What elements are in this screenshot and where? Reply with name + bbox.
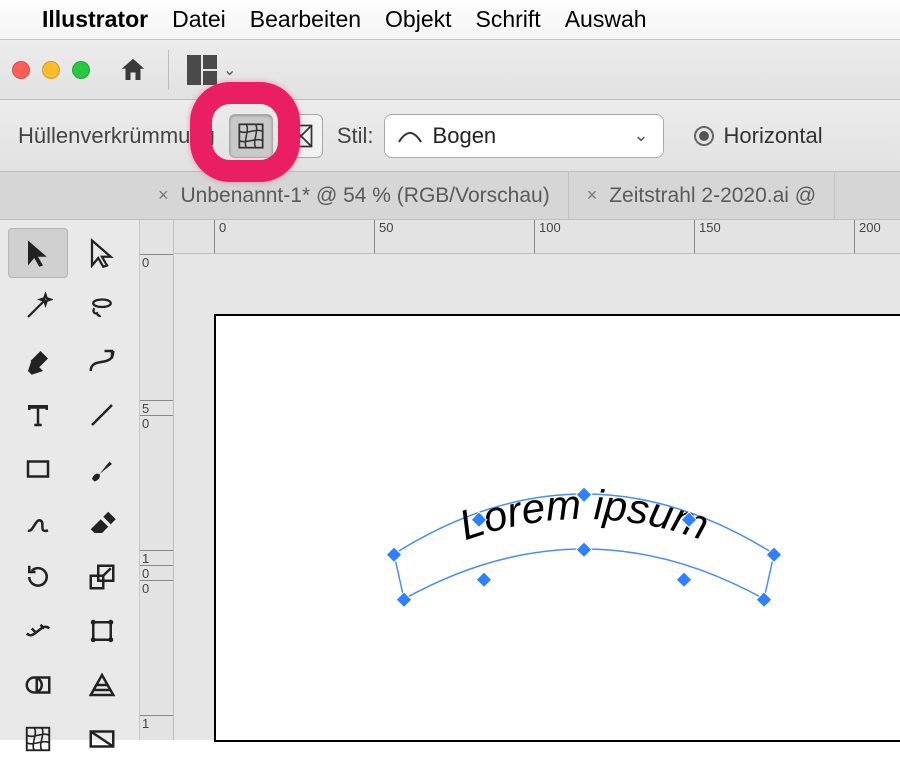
warp-style-value: Bogen: [433, 123, 497, 149]
shaper-icon: [23, 508, 53, 538]
annotation-highlight-circle: [190, 82, 300, 182]
shape-builder-icon: [23, 670, 53, 700]
mesh-tool-icon: [23, 724, 53, 754]
menu-file[interactable]: Datei: [172, 6, 226, 33]
type-icon: [23, 400, 53, 430]
type-tool[interactable]: [8, 390, 68, 440]
curvature-icon: [87, 346, 117, 376]
menu-select[interactable]: Auswah: [565, 6, 647, 33]
free-transform-icon: [87, 616, 117, 646]
minimize-window-button[interactable]: [42, 61, 60, 79]
workspace-switcher[interactable]: ⌄: [187, 55, 236, 85]
direct-selection-tool[interactable]: [72, 228, 132, 278]
magic-wand-tool[interactable]: [8, 282, 68, 332]
menu-edit[interactable]: Bearbeiten: [250, 6, 361, 33]
app-toolbar-top: ⌄: [0, 40, 900, 100]
mac-menubar: Illustrator Datei Bearbeiten Objekt Schr…: [0, 0, 900, 40]
perspective-tool[interactable]: [72, 660, 132, 710]
radio-icon: [694, 126, 714, 146]
tools-panel: [0, 220, 140, 740]
vruler-tick: 0: [140, 415, 173, 431]
horizontal-label: Horizontal: [724, 123, 823, 149]
shape-builder-tool[interactable]: [8, 660, 68, 710]
free-transform-tool[interactable]: [72, 606, 132, 656]
home-button[interactable]: [116, 53, 150, 87]
gradient-icon: [87, 724, 117, 754]
envelope-warp-toolbar: Hüllenverkrümmung Stil: Bogen ⌄ Horizont…: [0, 100, 900, 172]
rotate-icon: [23, 562, 53, 592]
document-tab-title: Unbenannt-1* @ 54 % (RGB/Vorschau): [181, 184, 550, 208]
horizontal-ruler[interactable]: 0 50 100 150 200: [174, 220, 900, 254]
rotate-tool[interactable]: [8, 552, 68, 602]
pen-icon: [23, 346, 53, 376]
vruler-tick: 5: [140, 400, 173, 416]
app-name[interactable]: Illustrator: [42, 6, 148, 33]
line-icon: [87, 400, 117, 430]
main-area: 0 5 0 1 0 0 1 0 50 100 150 200: [0, 220, 900, 740]
scale-icon: [87, 562, 117, 592]
chevron-down-icon: ⌄: [633, 125, 648, 146]
vruler-tick: 0: [140, 565, 173, 581]
hruler-tick: 0: [214, 220, 226, 253]
document-tabstrip: × Unbenannt-1* @ 54 % (RGB/Vorschau) × Z…: [0, 172, 900, 220]
warp-label: Hüllenverkrümmung: [18, 123, 215, 149]
curvature-tool[interactable]: [72, 336, 132, 386]
selection-icon: [23, 238, 53, 268]
pen-tool[interactable]: [8, 336, 68, 386]
perspective-icon: [87, 670, 117, 700]
horizontal-radio[interactable]: Horizontal: [694, 123, 823, 149]
magic-wand-icon: [23, 292, 53, 322]
vruler-tick: 1: [140, 550, 173, 566]
width-tool[interactable]: [8, 606, 68, 656]
style-field: Stil: Bogen ⌄: [337, 114, 664, 158]
close-window-button[interactable]: [12, 61, 30, 79]
document-tab[interactable]: × Unbenannt-1* @ 54 % (RGB/Vorschau): [140, 172, 569, 219]
warped-text-object[interactable]: Lorem ipsum: [374, 444, 794, 624]
close-icon[interactable]: ×: [587, 185, 598, 206]
chevron-down-icon: ⌄: [223, 60, 236, 80]
eraser-tool[interactable]: [72, 498, 132, 548]
document-tab-title: Zeitstrahl 2-2020.ai @: [609, 184, 816, 208]
canvas-area: 0 5 0 1 0 0 1 0 50 100 150 200: [140, 220, 900, 740]
vruler-tick: 0: [140, 580, 173, 596]
window-controls: [12, 61, 90, 79]
line-tool[interactable]: [72, 390, 132, 440]
eraser-icon: [87, 508, 117, 538]
canvas[interactable]: Lorem ipsum: [174, 254, 900, 740]
hruler-tick: 150: [694, 220, 721, 253]
lasso-tool[interactable]: [72, 282, 132, 332]
scale-tool[interactable]: [72, 552, 132, 602]
hruler-tick: 200: [854, 220, 881, 253]
brush-icon: [87, 454, 117, 484]
lasso-icon: [87, 292, 117, 322]
divider: [168, 50, 169, 90]
brush-tool[interactable]: [72, 444, 132, 494]
home-icon: [118, 55, 148, 85]
workspace-icon: [187, 55, 217, 85]
hruler-tick: 100: [534, 220, 561, 253]
vruler-tick: 0: [140, 254, 173, 270]
vruler-tick: 1: [140, 715, 173, 731]
document-tab[interactable]: × Zeitstrahl 2-2020.ai @: [569, 172, 835, 219]
rectangle-icon: [23, 454, 53, 484]
close-icon[interactable]: ×: [158, 185, 169, 206]
style-label: Stil:: [337, 123, 374, 149]
menu-object[interactable]: Objekt: [385, 6, 451, 33]
mesh-tool[interactable]: [8, 714, 68, 764]
arc-style-icon: [397, 126, 423, 146]
width-icon: [23, 616, 53, 646]
menu-type[interactable]: Schrift: [476, 6, 541, 33]
zoom-window-button[interactable]: [72, 61, 90, 79]
shaper-tool[interactable]: [8, 498, 68, 548]
rectangle-tool[interactable]: [8, 444, 68, 494]
warp-style-dropdown[interactable]: Bogen ⌄: [384, 114, 664, 158]
vertical-ruler[interactable]: 0 5 0 1 0 0 1: [140, 220, 174, 740]
direct-selection-icon: [87, 238, 117, 268]
gradient-tool[interactable]: [72, 714, 132, 764]
selection-tool[interactable]: [8, 228, 68, 278]
hruler-tick: 50: [374, 220, 393, 253]
